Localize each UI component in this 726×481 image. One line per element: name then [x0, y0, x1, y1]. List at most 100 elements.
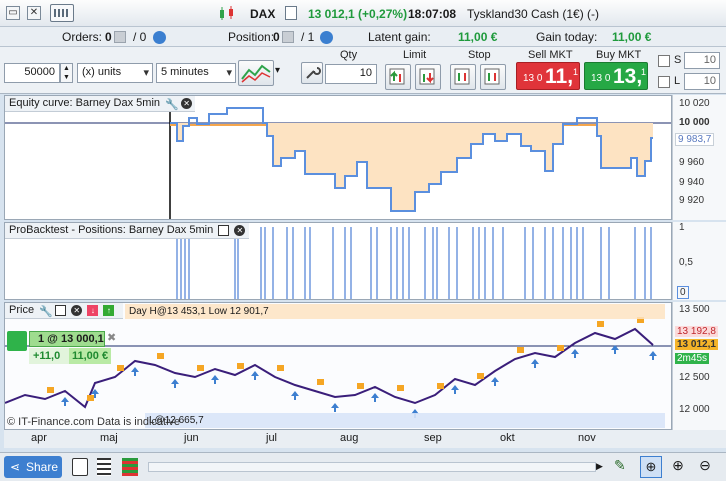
link-icon[interactable]: [72, 458, 88, 476]
chart-type-icon: [241, 64, 271, 83]
orders-total: / 0: [133, 30, 147, 44]
position-label: Position:: [228, 30, 275, 44]
wrench-button[interactable]: [301, 62, 323, 84]
buy-limit-button[interactable]: [385, 64, 411, 90]
equity-tick: 10 000: [679, 117, 710, 128]
scroll-right-icon[interactable]: ▶: [596, 461, 606, 473]
maximize-icon[interactable]: [218, 224, 230, 236]
orders-count: 0: [105, 30, 112, 44]
buy-limit-icon: [389, 68, 405, 85]
month-label: jul: [266, 432, 278, 444]
limit-input[interactable]: 10: [684, 73, 720, 90]
sell-mkt-label: Sell MKT: [528, 49, 573, 61]
arrow-down-icon[interactable]: ↓: [87, 304, 99, 316]
sell-price-main: 11,: [545, 65, 574, 88]
equity-last-value: 9 983,7: [675, 133, 715, 146]
account-info-bar: Orders: 0 / 0 Position: 0 / 1 Latent gai…: [0, 27, 726, 47]
list-icon[interactable]: [97, 458, 111, 476]
share-icon: ⋖: [10, 460, 21, 474]
qty-label: Qty: [340, 49, 358, 61]
gain-today-value: 11,00 €: [612, 30, 652, 44]
sell-limit-icon: [419, 68, 435, 85]
sell-limit-button[interactable]: [415, 64, 441, 90]
horizontal-scrollbar[interactable]: [148, 462, 596, 472]
stop-loss-label: S: [674, 54, 682, 66]
position-settings-icon[interactable]: [320, 31, 333, 44]
close-panel-icon[interactable]: ✕: [181, 97, 193, 109]
sell-market-button[interactable]: 13 0 11, 1: [516, 62, 580, 90]
sell-price-fraction: 1: [573, 67, 579, 77]
price-y-axis: 13 500 13 192,8 13 012,1 2m45s 12 500 12…: [672, 302, 726, 430]
limit-checkbox[interactable]: [658, 76, 670, 88]
stop-loss-input[interactable]: 10: [684, 52, 720, 69]
price-panel: Price 🔧 ✕ ↓ ↑ Day H@13 453,1 Low 12 901,…: [4, 302, 672, 430]
positions-title: ProBacktest - Positions: Barney Dax 5min: [9, 224, 214, 236]
position-count: 0: [273, 30, 280, 44]
close-panel-icon[interactable]: ✕: [234, 224, 246, 236]
close-position-icon[interactable]: [282, 31, 294, 43]
month-label: okt: [500, 432, 515, 444]
countdown: 2m45s: [675, 353, 710, 364]
equity-tick: 9 920: [679, 195, 705, 206]
equity-y-axis: 10 020 10 000 9 983,7 9 960 9 940 9 920: [672, 95, 726, 220]
wrench-icon[interactable]: 🔧: [39, 305, 53, 318]
position-gear-icon[interactable]: [7, 331, 27, 351]
amount-stepper[interactable]: ▲ ▼: [60, 63, 73, 83]
price-plot: [5, 317, 671, 418]
share-button[interactable]: ⋖ Share: [4, 456, 62, 478]
buy-market-button[interactable]: 13 0 13, 1: [584, 62, 648, 90]
chart-type-button[interactable]: [238, 60, 274, 86]
position-box[interactable]: 1 @ 13 000,1: [29, 331, 105, 347]
positions-tick: 1: [679, 222, 685, 233]
positions-panel: ProBacktest - Positions: Barney Dax 5min…: [4, 222, 672, 300]
arrow-up-icon[interactable]: ↑: [103, 304, 115, 316]
orders-label: Orders:: [62, 30, 103, 44]
limit-field-label: L: [674, 75, 681, 87]
price-high-value: 13 192,8: [675, 326, 718, 337]
maximize-icon[interactable]: [55, 304, 67, 316]
timeframe-select[interactable]: 5 minutes: [156, 63, 236, 83]
restore-icon[interactable]: ▭: [6, 6, 20, 20]
pnl-points: +11,0: [29, 348, 69, 364]
cursor-tool-icon[interactable]: ✎: [614, 457, 634, 477]
orders-settings-icon[interactable]: [153, 31, 166, 44]
buy-mkt-label: Buy MKT: [596, 49, 642, 61]
zoom-tool-icon[interactable]: ⊕: [640, 456, 662, 478]
buy-stop-button[interactable]: [450, 64, 476, 90]
zoom-in-icon[interactable]: ⊕: [668, 457, 688, 477]
month-label: aug: [340, 432, 359, 444]
wrench-icon[interactable]: 🔧: [165, 98, 179, 111]
equity-curve-panel: Equity curve: Barney Dax 5min 🔧 ✕: [4, 95, 672, 220]
sell-stop-icon: [484, 68, 500, 85]
orders-book-icon[interactable]: [122, 458, 138, 476]
positions-tick: 0: [677, 286, 689, 299]
document-icon[interactable]: [285, 6, 297, 20]
cancel-orders-icon[interactable]: [114, 31, 126, 43]
position-total: / 1: [301, 30, 315, 44]
price-tick: 12 500: [679, 372, 710, 383]
stop-loss-checkbox[interactable]: [658, 55, 670, 67]
limit-label: Limit: [403, 49, 427, 61]
bottom-toolbar: ⋖ Share ▶ ✎ ⊕ ⊕ ⊖: [0, 452, 726, 481]
chart-type-dropdown-icon[interactable]: ▾: [275, 65, 280, 76]
zoom-out-icon[interactable]: ⊖: [695, 457, 715, 477]
equity-tick: 9 940: [679, 177, 705, 188]
close-position-icon[interactable]: ✖: [107, 331, 116, 344]
sell-price-prefix: 13 0: [523, 73, 543, 84]
axis-corner: [672, 430, 726, 448]
qty-input[interactable]: 10: [325, 64, 377, 84]
amount-input[interactable]: 50000: [4, 63, 60, 83]
price-change: 13 012,1 (+0,27%): [308, 7, 408, 21]
latent-gain-value: 11,00 €: [458, 30, 498, 44]
pnl-money: 11,00 €: [69, 348, 111, 364]
keyboard-icon[interactable]: [50, 4, 74, 22]
month-label: sep: [424, 432, 442, 444]
title-bar: ▭ ✕ DAX 13 012,1 (+0,27%) 18:07:08 Tyskl…: [0, 0, 726, 27]
sell-stop-button[interactable]: [480, 64, 506, 90]
instrument-name: DAX: [250, 7, 276, 21]
close-icon[interactable]: ✕: [27, 6, 41, 20]
wrench-icon: [306, 67, 321, 79]
price-last-value: 13 012,1: [675, 339, 718, 350]
units-select[interactable]: (x) units: [77, 63, 153, 83]
close-panel-icon[interactable]: ✕: [71, 304, 83, 316]
